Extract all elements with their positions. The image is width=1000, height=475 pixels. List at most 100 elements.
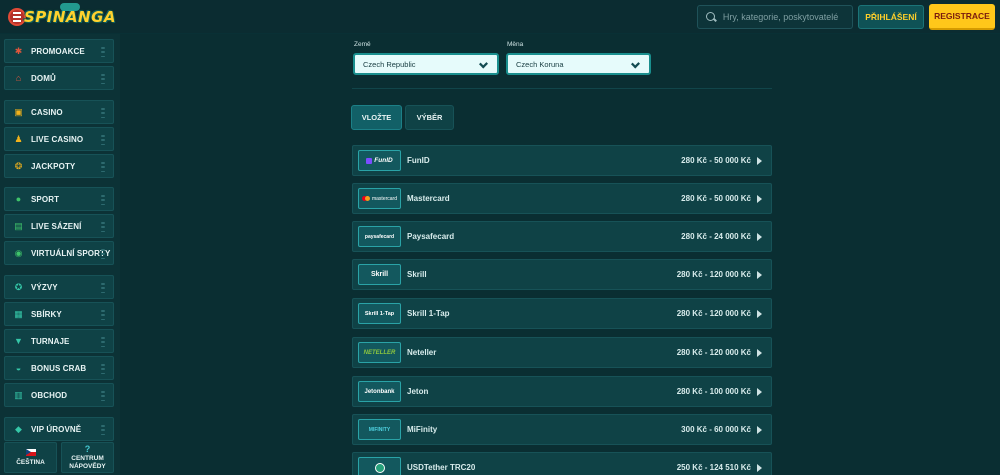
sidebar-item-label: PROMOAKCE — [31, 46, 85, 56]
sidebar-item-label: VIP ÚROVNĚ — [31, 424, 82, 434]
sidebar-item-label: SPORT — [31, 194, 60, 204]
payment-name: MiFinity — [407, 425, 438, 434]
payment-range: 280 Kč - 50 000 Kč — [681, 194, 751, 203]
drag-handle-icon — [101, 310, 107, 320]
payment-range: 280 Kč - 120 000 Kč — [676, 348, 751, 357]
payment-row-mastercard[interactable]: mastercard Mastercard 280 Kč - 50 000 Kč — [352, 183, 772, 214]
sidebar-item-label: CASINO — [31, 107, 63, 117]
country-value: Czech Republic — [363, 59, 416, 69]
chevron-down-icon — [630, 59, 641, 69]
payment-row-funid[interactable]: FunID FunID 280 Kč - 50 000 Kč — [352, 145, 772, 176]
search-input[interactable] — [722, 12, 852, 22]
shop-icon: ▥ — [14, 389, 23, 400]
sidebar-item-jackpoty[interactable]: ❂ JACKPOTY — [4, 154, 114, 178]
payment-logo-text: paysafecard — [364, 233, 395, 240]
payment-row-paysafecard[interactable]: paysafecard Paysafecard 280 Kč - 24 000 … — [352, 221, 772, 252]
chevron-right-icon — [757, 271, 762, 279]
top-header: SPINANGA PŘIHLÁŠENÍ REGISTRACE — [0, 0, 1000, 34]
sidebar-item-sbirky[interactable]: ▦ SBÍRKY — [4, 302, 114, 326]
drag-handle-icon — [101, 195, 107, 205]
help-label-line1: CENTRUM — [71, 455, 104, 463]
diamond-icon: ◆ — [15, 423, 22, 434]
payment-row-neteller[interactable]: NETELLER Neteller 280 Kč - 120 000 Kč — [352, 337, 772, 368]
chevron-right-icon — [757, 157, 762, 165]
trophy-icon: ▼ — [14, 335, 23, 346]
sidebar-item-label: BONUS CRAB — [31, 363, 87, 373]
help-label-line2: NÁPOVĚDY — [69, 462, 106, 470]
sidebar-item-label: VIRTUÁLNÍ SPORTY — [31, 248, 111, 258]
drag-handle-icon — [101, 391, 107, 401]
sidebar-item-casino[interactable]: ▣ CASINO — [4, 100, 114, 124]
payment-row-usdt-trc20[interactable]: USDTether TRC20 250 Kč - 124 510 Kč — [352, 452, 772, 475]
jackpot-icon: ❂ — [14, 160, 23, 171]
sidebar-item-label: TURNAJE — [31, 336, 70, 346]
drag-handle-icon — [101, 364, 107, 374]
chevron-right-icon — [757, 233, 762, 241]
payment-row-mifinity[interactable]: MIFINITY MiFinity 300 Kč - 60 000 Kč — [352, 414, 772, 445]
payment-range: 300 Kč - 60 000 Kč — [681, 425, 751, 434]
sidebar-item-label: DOMŮ — [31, 73, 56, 83]
sidebar-item-vyzvy[interactable]: ✪ VÝZVY — [4, 275, 114, 299]
sidebar-item-label: JACKPOTY — [31, 161, 76, 171]
register-button[interactable]: REGISTRACE — [929, 4, 995, 30]
drag-handle-icon — [101, 47, 107, 57]
payment-logo-text: MIFINITY — [368, 426, 391, 433]
sidebar-item-label: LIVE CASINO — [31, 134, 84, 144]
payment-logo-text: Skrill — [370, 271, 389, 278]
help-center-button[interactable]: ? CENTRUM NÁPOVĚDY — [61, 442, 114, 473]
language-button[interactable]: ČEŠTINA — [4, 442, 57, 473]
payment-logo-text: FunID — [374, 157, 393, 164]
chevron-right-icon — [757, 464, 762, 472]
sidebar-item-live-casino[interactable]: ♟ LIVE CASINO — [4, 127, 114, 151]
drag-handle-icon — [101, 222, 107, 232]
payment-name: USDTether TRC20 — [407, 463, 476, 472]
live-casino-icon: ♟ — [14, 133, 23, 144]
sidebar-item-obchod[interactable]: ▥ OBCHOD — [4, 383, 114, 407]
search-box[interactable] — [697, 5, 853, 29]
payment-range: 280 Kč - 120 000 Kč — [676, 270, 751, 279]
login-button[interactable]: PŘIHLÁŠENÍ — [858, 5, 924, 29]
sidebar-item-virtualni-sporty[interactable]: ◉ VIRTUÁLNÍ SPORTY — [4, 241, 114, 265]
jeton-logo: Jetonbank — [358, 381, 401, 402]
currency-value: Czech Koruna — [516, 59, 564, 69]
payment-logo-text: Jetonbank — [364, 388, 395, 395]
chevron-down-icon — [478, 59, 489, 69]
language-label: ČEŠTINA — [16, 458, 45, 466]
drag-handle-icon — [101, 108, 107, 118]
drag-handle-icon — [101, 283, 107, 293]
sidebar-item-domu[interactable]: ⌂ DOMŮ — [4, 66, 114, 90]
payment-range: 250 Kč - 124 510 Kč — [676, 463, 751, 472]
challenge-icon: ✪ — [14, 281, 23, 292]
sidebar-item-live-sazeni[interactable]: ▤ LIVE SÁZENÍ — [4, 214, 114, 238]
payment-name: Skrill — [407, 270, 427, 279]
payment-row-skrill-1tap[interactable]: Skrill 1-Tap Skrill 1-Tap 280 Kč - 120 0… — [352, 298, 772, 329]
tab-withdraw[interactable]: VÝBĚR — [405, 105, 454, 130]
czech-flag-icon — [25, 448, 36, 456]
payment-range: 280 Kč - 120 000 Kč — [676, 309, 751, 318]
mastercard-logo: mastercard — [358, 188, 401, 209]
currency-select[interactable]: Czech Koruna — [506, 53, 651, 75]
sidebar-item-sport[interactable]: ● SPORT — [4, 187, 114, 211]
payment-name: Neteller — [407, 348, 437, 357]
search-icon — [706, 11, 717, 23]
mifinity-logo: MIFINITY — [358, 419, 401, 440]
sidebar-item-turnaje[interactable]: ▼ TURNAJE — [4, 329, 114, 353]
payment-row-skrill[interactable]: Skrill Skrill 280 Kč - 120 000 Kč — [352, 259, 772, 290]
payment-name: Skrill 1-Tap — [407, 309, 450, 318]
drag-handle-icon — [101, 135, 107, 145]
sidebar-item-vip-urovne[interactable]: ◆ VIP ÚROVNĚ — [4, 417, 114, 441]
payment-name: Mastercard — [407, 194, 450, 203]
site-logo[interactable]: SPINANGA — [24, 3, 116, 31]
payment-logo-text: NETELLER — [363, 349, 396, 356]
chevron-right-icon — [757, 388, 762, 396]
sidebar-item-bonus-crab[interactable]: ◒ BONUS CRAB — [4, 356, 114, 380]
chevron-right-icon — [757, 195, 762, 203]
sidebar-item-label: VÝZVY — [31, 282, 58, 292]
sidebar-item-promoakce[interactable]: ✱ PROMOAKCE — [4, 39, 114, 63]
payment-row-jeton[interactable]: Jetonbank Jeton 280 Kč - 100 000 Kč — [352, 376, 772, 407]
soccer-ball-icon: ● — [15, 193, 22, 204]
skrill-logo: Skrill — [358, 264, 401, 285]
tab-deposit[interactable]: VLOŽTE — [351, 105, 402, 130]
country-select[interactable]: Czech Republic — [353, 53, 499, 75]
payment-name: Jeton — [407, 387, 429, 396]
